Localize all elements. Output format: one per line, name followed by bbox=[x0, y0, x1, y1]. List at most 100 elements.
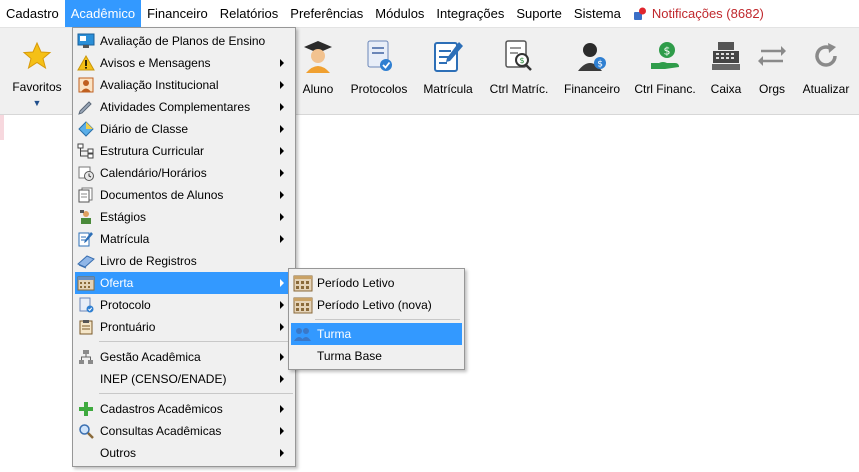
menu-sistema[interactable]: Sistema bbox=[568, 0, 627, 27]
menu-item-label: Diário de Classe bbox=[100, 122, 189, 136]
menu-financeiro[interactable]: Financeiro bbox=[141, 0, 214, 27]
toolbar-protocolos-label: Protocolos bbox=[350, 82, 408, 96]
submenu-arrow-icon bbox=[280, 169, 284, 177]
pencil-icon bbox=[77, 98, 95, 116]
edit-document-icon bbox=[77, 230, 95, 248]
menu-item-label: Cadastros Acadêmicos bbox=[100, 402, 223, 416]
search-document-icon: $ bbox=[502, 38, 536, 74]
menu-item-label: Avaliação Institucional bbox=[100, 78, 219, 92]
toolbar-ctrl-matric-button[interactable]: $ Ctrl Matríc. bbox=[486, 38, 552, 108]
submenu-arrow-icon bbox=[280, 279, 284, 287]
oferta-submenu: Período Letivo Período Letivo (nova) Tur… bbox=[288, 268, 465, 370]
submenu-arrow-icon bbox=[280, 375, 284, 383]
swap-arrows-icon bbox=[755, 38, 789, 74]
svg-text:$: $ bbox=[664, 45, 671, 58]
toolbar-matricula-button[interactable]: Matrícula bbox=[420, 38, 476, 108]
submenu-arrow-icon bbox=[280, 213, 284, 221]
submenu-arrow-icon bbox=[280, 81, 284, 89]
chevron-down-icon: ▼ bbox=[32, 98, 42, 108]
hierarchy-icon bbox=[77, 348, 95, 366]
menu-item-label: Avaliação de Planos de Ensino bbox=[100, 34, 266, 48]
toolbar-protocolos-button[interactable]: Protocolos bbox=[348, 38, 410, 108]
menu-relatorios[interactable]: Relatórios bbox=[214, 0, 285, 27]
menu-item-oferta[interactable]: Oferta bbox=[75, 272, 293, 294]
left-accent-strip bbox=[0, 115, 4, 140]
menu-item-estagios[interactable]: Estágios bbox=[75, 206, 293, 228]
submenu-arrow-icon bbox=[280, 235, 284, 243]
toolbar-caixa-button[interactable]: Caixa bbox=[706, 38, 746, 108]
student-icon bbox=[301, 38, 335, 74]
menu-separator bbox=[99, 393, 293, 394]
svg-text:$: $ bbox=[520, 56, 525, 65]
menu-item-diario-classe[interactable]: Diário de Classe bbox=[75, 118, 293, 140]
notifications-link[interactable]: Notificações (8682) bbox=[627, 6, 764, 21]
notification-icon bbox=[633, 7, 647, 21]
calendar-icon bbox=[77, 274, 95, 292]
group-icon bbox=[293, 324, 313, 344]
menu-item-avaliacao-institucional[interactable]: Avaliação Institucional bbox=[75, 74, 293, 96]
toolbar-ctrl-financ-button[interactable]: $ Ctrl Financ. bbox=[632, 38, 698, 108]
submenu-arrow-icon bbox=[280, 59, 284, 67]
submenu-item-turma-base[interactable]: Turma Base bbox=[291, 345, 462, 367]
calendar-icon bbox=[293, 295, 313, 315]
monitor-icon bbox=[77, 32, 95, 50]
submenu-item-turma[interactable]: Turma bbox=[291, 323, 462, 345]
menu-item-avaliacao-planos[interactable]: Avaliação de Planos de Ensino bbox=[75, 30, 293, 52]
toolbar-orgs-label: Orgs bbox=[758, 82, 785, 96]
submenu-arrow-icon bbox=[280, 323, 284, 331]
submenu-item-periodo-letivo-nova[interactable]: Período Letivo (nova) bbox=[291, 294, 462, 316]
user-icon bbox=[77, 76, 95, 94]
submenu-arrow-icon bbox=[280, 191, 284, 199]
toolbar-matricula-label: Matrícula bbox=[423, 82, 473, 96]
menu-item-avisos-mensagens[interactable]: Avisos e Mensagens bbox=[75, 52, 293, 74]
menu-item-label: Oferta bbox=[100, 276, 134, 290]
tree-icon bbox=[77, 142, 95, 160]
menu-item-label: Atividades Complementares bbox=[100, 100, 251, 114]
toolbar-orgs-button[interactable]: Orgs bbox=[754, 38, 790, 108]
menu-preferencias[interactable]: Preferências bbox=[284, 0, 369, 27]
menu-item-label: Documentos de Alunos bbox=[100, 188, 224, 202]
menu-item-prontuario[interactable]: Prontuário bbox=[75, 316, 293, 338]
document-check-icon bbox=[362, 38, 396, 74]
submenu-item-label: Turma Base bbox=[317, 349, 382, 363]
svg-text:$: $ bbox=[597, 60, 603, 70]
toolbar-atualizar-button[interactable]: Atualizar bbox=[800, 38, 852, 108]
cash-register-icon bbox=[709, 38, 743, 74]
menu-item-calendario-horarios[interactable]: Calendário/Horários bbox=[75, 162, 293, 184]
submenu-arrow-icon bbox=[280, 301, 284, 309]
menu-item-documentos-alunos[interactable]: Documentos de Alunos bbox=[75, 184, 293, 206]
documents-icon bbox=[77, 186, 95, 204]
menu-item-inep[interactable]: INEP (CENSO/ENADE) bbox=[75, 368, 293, 390]
edit-document-icon bbox=[431, 38, 465, 74]
menu-item-cadastros-academicos[interactable]: Cadastros Acadêmicos bbox=[75, 398, 293, 420]
menu-integracoes[interactable]: Integrações bbox=[430, 0, 510, 27]
user-money-icon: $ bbox=[575, 38, 609, 74]
submenu-arrow-icon bbox=[280, 125, 284, 133]
menu-item-atividades-complementares[interactable]: Atividades Complementares bbox=[75, 96, 293, 118]
menu-item-outros[interactable]: Outros bbox=[75, 442, 293, 464]
menu-modulos[interactable]: Módulos bbox=[369, 0, 430, 27]
menu-item-livro-registros[interactable]: Livro de Registros bbox=[75, 250, 293, 272]
menu-item-label: Avisos e Mensagens bbox=[100, 56, 211, 70]
menu-item-label: Livro de Registros bbox=[100, 254, 197, 268]
toolbar-aluno-button[interactable]: Aluno bbox=[298, 38, 338, 108]
menu-suporte[interactable]: Suporte bbox=[510, 0, 568, 27]
book-icon bbox=[77, 252, 95, 270]
document-check-icon bbox=[77, 296, 95, 314]
refresh-icon bbox=[809, 38, 843, 74]
menu-item-protocolo[interactable]: Protocolo bbox=[75, 294, 293, 316]
submenu-item-periodo-letivo[interactable]: Período Letivo bbox=[291, 272, 462, 294]
menu-item-consultas-academicas[interactable]: Consultas Acadêmicas bbox=[75, 420, 293, 442]
submenu-arrow-icon bbox=[280, 103, 284, 111]
menu-academico[interactable]: Acadêmico bbox=[64, 0, 142, 27]
favoritos-button[interactable]: Favoritos ▼ bbox=[10, 38, 64, 108]
menu-cadastro[interactable]: Cadastro bbox=[0, 0, 65, 27]
menu-item-label: Protocolo bbox=[100, 298, 151, 312]
menu-item-matricula[interactable]: Matrícula bbox=[75, 228, 293, 250]
toolbar-financeiro-button[interactable]: $ Financeiro bbox=[562, 38, 622, 108]
menu-item-estrutura-curricular[interactable]: Estrutura Curricular bbox=[75, 140, 293, 162]
menu-bar: Cadastro Acadêmico Financeiro Relatórios… bbox=[0, 0, 859, 27]
submenu-arrow-icon bbox=[280, 427, 284, 435]
menu-item-gestao-academica[interactable]: Gestão Acadêmica bbox=[75, 346, 293, 368]
toolbar-atualizar-label: Atualizar bbox=[802, 82, 850, 96]
